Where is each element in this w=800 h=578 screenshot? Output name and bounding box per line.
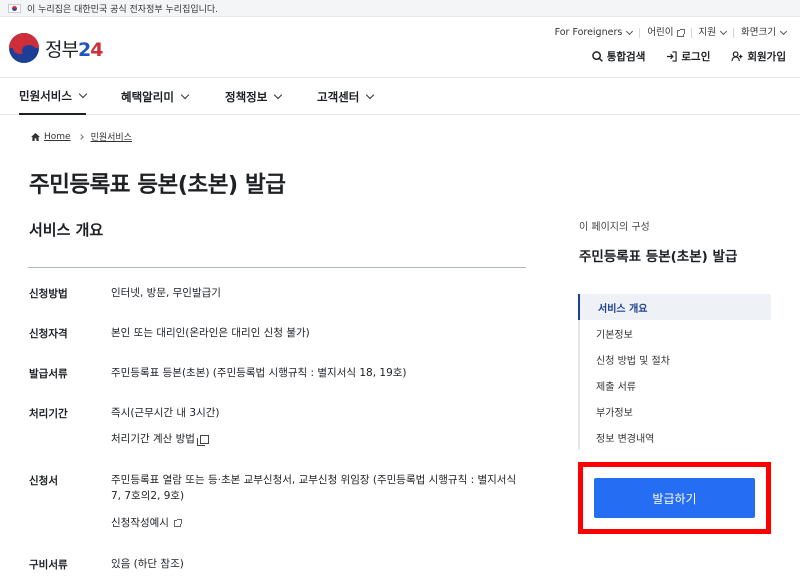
- for-foreigners-menu[interactable]: For Foreigners: [548, 28, 641, 38]
- screen-size-menu[interactable]: 화면크기: [734, 27, 788, 38]
- row-label-method: 신청방법: [29, 288, 68, 300]
- copy-icon: [196, 434, 209, 446]
- row-value-eligibility: 본인 또는 대리인(온라인은 대리인 신청 불가): [111, 327, 310, 339]
- toc-item-change-history[interactable]: 정보 변경내역: [580, 424, 771, 450]
- toc-item-submit-docs[interactable]: 제출 서류: [580, 372, 771, 398]
- chevron-down-icon: [78, 89, 88, 99]
- auth-nav: 통합검색 로그인 회원가입: [571, 49, 786, 64]
- logo-text: 정부24: [45, 38, 103, 61]
- nav-customer-center[interactable]: 고객센터: [317, 78, 375, 115]
- chevron-down-icon: [626, 27, 634, 36]
- main-nav: 민원서비스 혜택알리미 정책정보 고객센터: [0, 78, 800, 115]
- utility-nav: For Foreigners 어린이 지원 화면크기: [548, 27, 788, 38]
- breadcrumb-current[interactable]: 민원서비스: [91, 130, 132, 143]
- application-example-link[interactable]: 신청작성예시: [111, 515, 531, 531]
- section-divider: [28, 267, 526, 268]
- site-logo[interactable]: 정부24: [9, 33, 103, 63]
- login-button[interactable]: 로그인: [666, 49, 710, 64]
- nav-civil-service[interactable]: 민원서비스: [19, 78, 88, 115]
- external-link-icon: [676, 28, 685, 37]
- user-add-icon: [731, 51, 743, 62]
- chevron-down-icon: [779, 27, 788, 36]
- nav-policy-info[interactable]: 정책정보: [225, 78, 283, 115]
- row-label-required-docs: 구비서류: [29, 559, 68, 571]
- row-label-processing: 처리기간: [29, 408, 68, 420]
- breadcrumb-home[interactable]: Home: [44, 132, 71, 142]
- toc-title: 주민등록표 등본(초본) 발급: [579, 249, 738, 265]
- row-value-processing: 즉시(근무시간 내 3시간): [111, 407, 220, 419]
- gov-banner-text: 이 누리집은 대한민국 공식 전자정부 누리집입니다.: [27, 4, 219, 15]
- toc-item-basic-info[interactable]: 기본정보: [580, 320, 771, 346]
- search-button[interactable]: 통합검색: [591, 49, 645, 64]
- kids-link[interactable]: 어린이: [640, 28, 692, 38]
- issue-button-highlight: 발급하기: [578, 462, 771, 534]
- processing-calc-link[interactable]: 처리기간 계산 방법: [111, 431, 531, 447]
- toc-item-additional-info[interactable]: 부가정보: [580, 398, 771, 424]
- section-title: 서비스 개요: [29, 221, 104, 239]
- join-button[interactable]: 회원가입: [731, 49, 786, 64]
- home-icon: [31, 132, 40, 141]
- row-value-documents: 주민등록표 등본(초본) (주민등록법 시행규칙 : 별지서식 18, 19호): [111, 367, 407, 379]
- korea-flag-icon: [8, 3, 21, 13]
- breadcrumb: Home 민원서비스: [31, 130, 132, 143]
- search-icon: [591, 51, 603, 62]
- row-label-application: 신청서: [29, 475, 58, 487]
- toc-list: 서비스 개요 기본정보 신청 방법 및 절차 제출 서류 부가정보 정보 변경내…: [578, 294, 771, 450]
- row-value-method: 인터넷, 방문, 무인발급기: [111, 287, 221, 299]
- row-label-documents: 발급서류: [29, 368, 68, 380]
- chevron-down-icon: [719, 27, 728, 36]
- row-value-required-docs: 있음 (하단 참조): [111, 558, 184, 570]
- chevron-down-icon: [274, 90, 283, 100]
- login-icon: [667, 51, 678, 62]
- toc-heading: 이 페이지의 구성: [579, 222, 650, 233]
- page-title: 주민등록표 등본(초본) 발급: [29, 172, 286, 198]
- chevron-right-icon: [77, 133, 84, 140]
- toc-item-overview[interactable]: 서비스 개요: [578, 294, 771, 320]
- taegeuk-logo-icon: [9, 33, 39, 63]
- support-menu[interactable]: 지원: [692, 27, 735, 38]
- chevron-down-icon: [180, 90, 190, 100]
- chevron-down-icon: [366, 90, 375, 100]
- issue-button[interactable]: 발급하기: [594, 478, 755, 518]
- gov-banner: 이 누리집은 대한민국 공식 전자정부 누리집입니다.: [0, 0, 800, 17]
- nav-benefit-alert[interactable]: 혜택알리미: [121, 78, 190, 115]
- external-link-icon: [173, 518, 182, 527]
- site-header: 정부24 For Foreigners 어린이 지원 화면크기 통합검색 로그인…: [0, 17, 800, 78]
- toc-item-procedure[interactable]: 신청 방법 및 절차: [580, 346, 771, 372]
- row-label-eligibility: 신청자격: [29, 328, 68, 340]
- row-value-application: 주민등록표 열람 또는 등·초본 교부신청서, 교부신청 위임장 (주민등록법 …: [111, 474, 517, 502]
